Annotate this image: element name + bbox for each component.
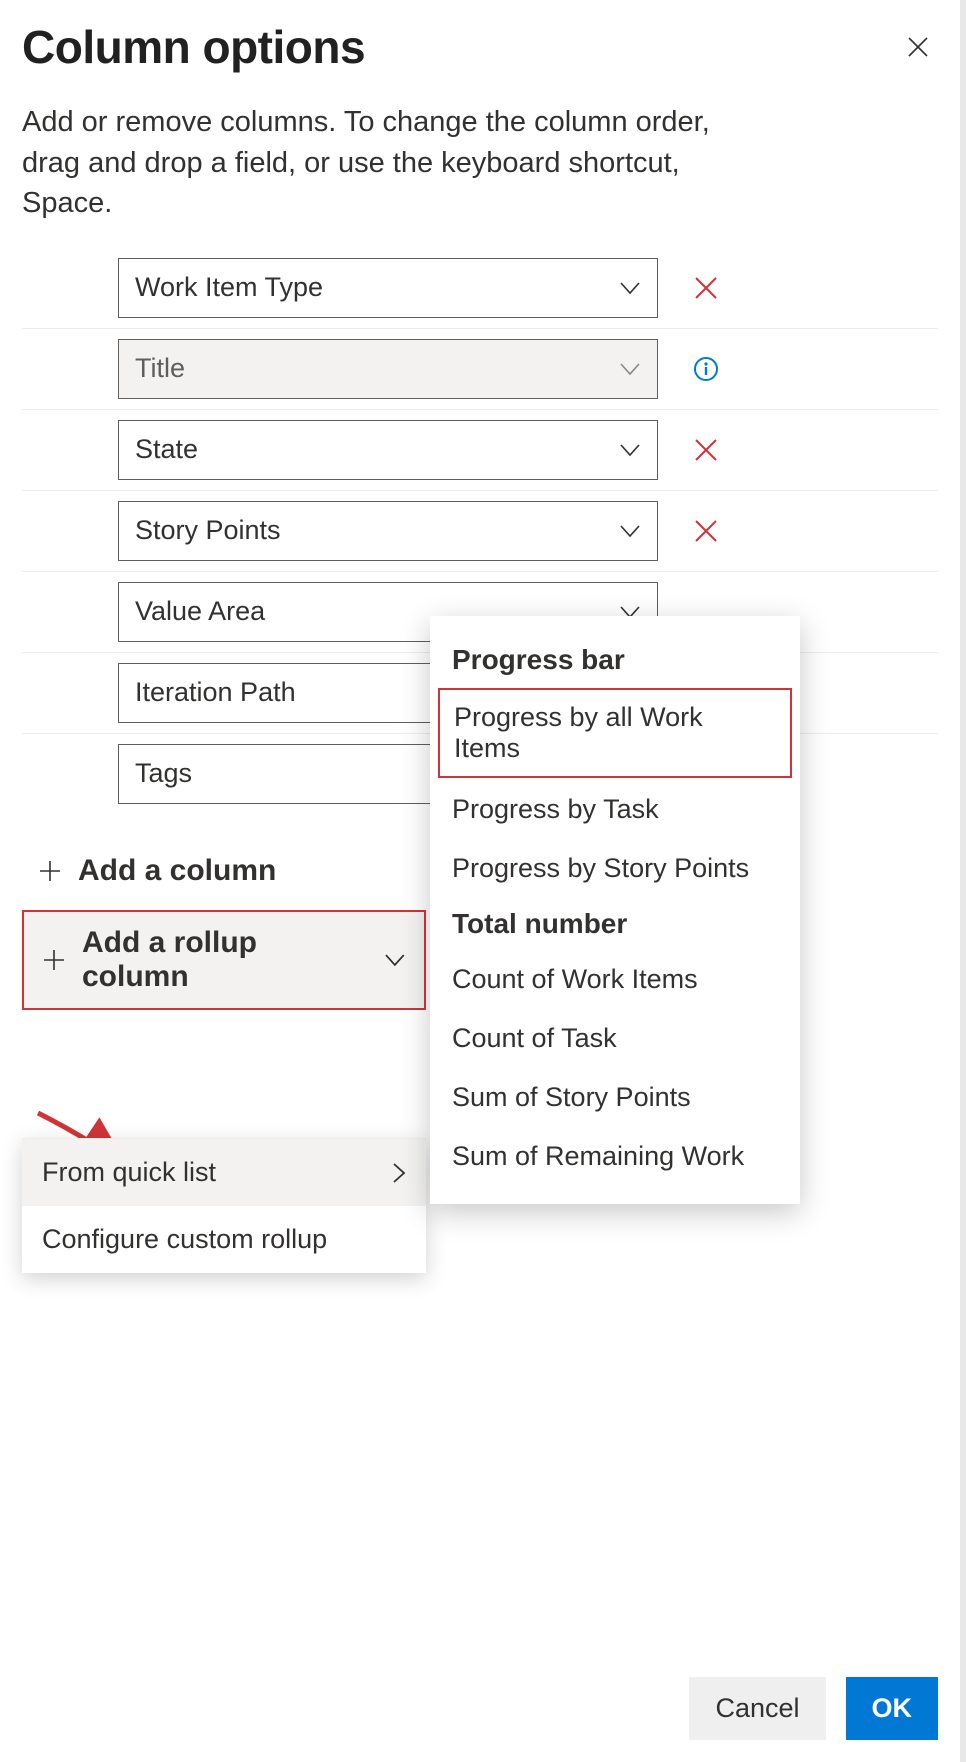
add-column-label: Add a column [78,854,276,888]
close-button[interactable] [898,27,938,67]
chevron-down-icon [619,281,641,295]
flyout-section-header: Progress bar [430,634,800,686]
column-label: Tags [135,758,192,789]
menu-item-label: From quick list [42,1157,216,1188]
flyout-item-count-of-task[interactable]: Count of Task [430,1009,800,1068]
flyout-item-count-work-items[interactable]: Count of Work Items [430,950,800,1009]
remove-column-button[interactable] [693,437,719,463]
panel-title: Column options [22,20,365,74]
panel-description: Add or remove columns. To change the col… [22,102,742,224]
flyout-item-progress-all-work-items[interactable]: Progress by all Work Items [438,688,792,778]
chevron-down-icon [619,443,641,457]
column-select[interactable]: Work Item Type [118,258,658,318]
column-label: Iteration Path [135,677,296,708]
flyout-section-header: Total number [430,898,800,950]
column-select[interactable]: Story Points [118,501,658,561]
column-row: Title [22,329,938,410]
x-icon [693,518,719,544]
column-row: Work Item Type [22,248,938,329]
x-icon [693,275,719,301]
add-column-button[interactable]: Add a column [22,838,292,904]
flyout-item-sum-remaining-work[interactable]: Sum of Remaining Work [430,1127,800,1186]
menu-item-label: Configure custom rollup [42,1224,327,1255]
column-label: Value Area [135,596,265,627]
chevron-down-icon [619,524,641,538]
menu-item-from-quick-list[interactable]: From quick list [22,1139,426,1206]
column-label: Work Item Type [135,272,323,303]
chevron-down-icon [384,953,406,967]
plus-icon [42,948,66,972]
info-icon-button[interactable] [693,356,719,382]
menu-item-configure-custom-rollup[interactable]: Configure custom rollup [22,1206,426,1273]
column-label: State [135,434,198,465]
column-select[interactable]: State [118,420,658,480]
rollup-submenu: From quick list Configure custom rollup [22,1138,426,1273]
column-label: Title [135,353,185,384]
flyout-item-sum-story-points[interactable]: Sum of Story Points [430,1068,800,1127]
column-row: State [22,410,938,491]
quick-list-flyout: Progress bar Progress by all Work Items … [430,616,800,1204]
dialog-footer: Cancel OK [689,1677,938,1740]
flyout-item-progress-by-story-points[interactable]: Progress by Story Points [430,839,800,898]
chevron-down-icon [619,362,641,376]
column-select[interactable]: Title [118,339,658,399]
column-label: Story Points [135,515,281,546]
remove-column-button[interactable] [693,275,719,301]
close-icon [907,36,929,58]
add-rollup-column-button[interactable]: Add a rollup column [22,910,426,1010]
flyout-item-progress-by-task[interactable]: Progress by Task [430,780,800,839]
remove-column-button[interactable] [693,518,719,544]
ok-button[interactable]: OK [846,1677,939,1740]
x-icon [693,437,719,463]
rollup-button-label: Add a rollup column [82,926,368,994]
cancel-button[interactable]: Cancel [689,1677,825,1740]
column-row: Story Points [22,491,938,572]
plus-icon [38,859,62,883]
chevron-right-icon [392,1162,406,1184]
info-icon [693,356,719,382]
